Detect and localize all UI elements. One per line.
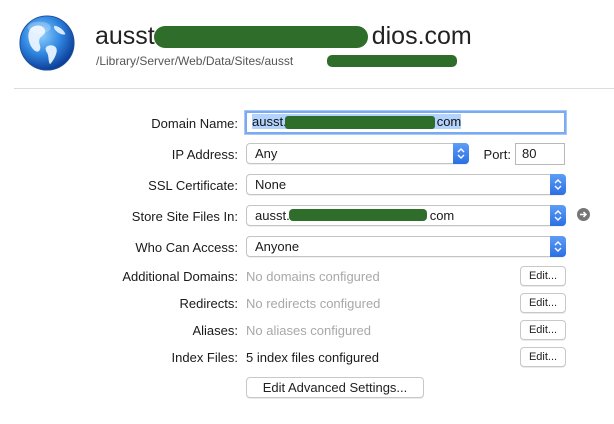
right-arrow-circle-icon[interactable] [577, 208, 590, 221]
store-redaction [289, 209, 427, 221]
aliases-label: Aliases: [192, 323, 238, 338]
additional-domains-edit-button[interactable]: Edit... [520, 266, 566, 286]
path-redaction [327, 55, 457, 67]
redirects-value: No redirects configured [246, 296, 381, 311]
ssl-certificate-value: None [255, 177, 287, 192]
index-files-value: 5 index files configured [246, 350, 379, 365]
redirects-edit-button[interactable]: Edit... [520, 293, 566, 313]
ssl-certificate-popup[interactable]: None [246, 174, 566, 195]
index-files-edit-button[interactable]: Edit... [520, 347, 566, 367]
up-down-chevron-icon [453, 143, 469, 164]
port-field[interactable]: 80 [515, 143, 565, 165]
site-title-end: dios.com [371, 22, 472, 50]
store-site-files-label: Store Site Files In: [131, 209, 238, 224]
up-down-chevron-icon [550, 174, 566, 195]
redirects-label: Redirects: [179, 296, 238, 311]
aliases-value: No aliases configured [246, 323, 372, 338]
who-can-access-popup[interactable]: Anyone [246, 236, 566, 257]
up-down-chevron-icon [550, 205, 566, 226]
store-site-files-value-start: ausst. [255, 208, 290, 223]
ssl-certificate-label: SSL Certificate: [148, 178, 238, 193]
index-files-label: Index Files: [171, 350, 238, 365]
ip-address-value: Any [255, 146, 278, 161]
additional-domains-value: No domains configured [246, 269, 380, 284]
edit-advanced-settings-button[interactable]: Edit Advanced Settings... [246, 377, 424, 398]
website-settings-pane: ausst. dios.com /Library/Server/Web/Data/… [0, 0, 614, 424]
domain-name-value-start: ausst. [252, 114, 287, 129]
up-down-chevron-icon [550, 236, 566, 257]
site-path-start: /Library/Server/Web/Data/Sites/ausst [96, 54, 294, 68]
who-can-access-label: Who Can Access: [135, 240, 238, 255]
aliases-edit-button[interactable]: Edit... [520, 320, 566, 340]
additional-domains-label: Additional Domains: [122, 269, 238, 284]
domain-redaction [285, 116, 435, 129]
domain-name-label: Domain Name: [151, 116, 238, 131]
site-title-start: ausst. [95, 22, 162, 50]
title-redaction [154, 26, 368, 48]
ip-address-popup[interactable]: Any [246, 143, 469, 164]
domain-name-value-end: com [436, 114, 462, 129]
port-label: Port: [483, 147, 511, 162]
header-divider [14, 88, 614, 89]
store-site-files-value-end: com [429, 208, 455, 223]
ip-address-label: IP Address: [171, 147, 238, 162]
who-can-access-value: Anyone [255, 239, 300, 254]
globe-icon [19, 15, 75, 71]
